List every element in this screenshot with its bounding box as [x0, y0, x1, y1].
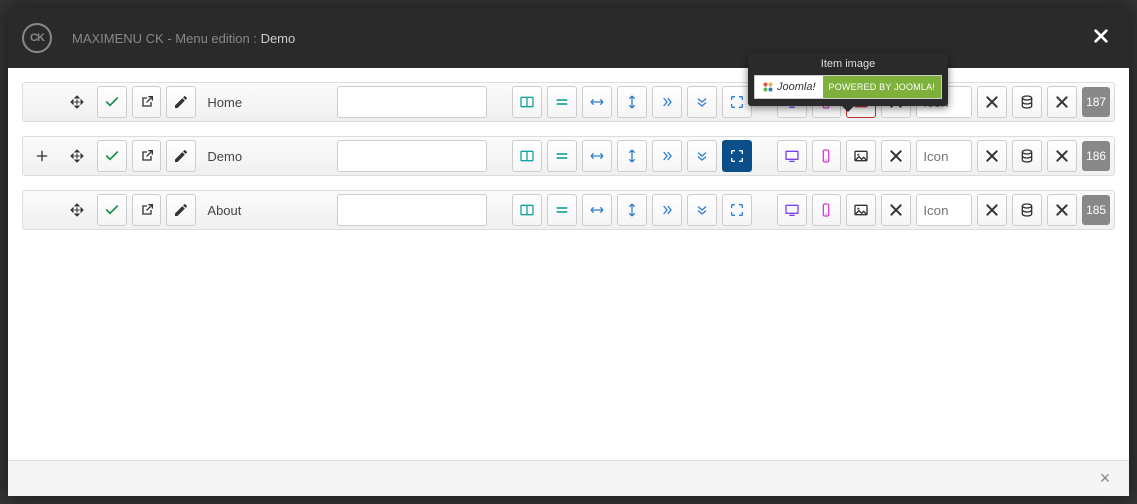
database-button[interactable]	[1012, 194, 1042, 226]
open-link-button[interactable]	[132, 194, 162, 226]
item-id-badge: 186	[1082, 141, 1110, 171]
menu-row: Demo	[22, 136, 1115, 176]
modal-window: CK MAXIMENU CK - Menu edition : Demo Ite…	[8, 8, 1129, 496]
move-handle-icon[interactable]	[62, 194, 92, 226]
remove-icon-button[interactable]	[977, 140, 1007, 172]
remove-image-button[interactable]	[881, 194, 911, 226]
remove-params-button[interactable]	[1047, 86, 1077, 118]
add-child-button[interactable]	[27, 140, 57, 172]
title-prefix: MAXIMENU CK - Menu edition :	[72, 31, 261, 46]
menu-row: About	[22, 190, 1115, 230]
columns-button[interactable]	[512, 86, 542, 118]
item-id-badge: 187	[1082, 87, 1110, 117]
database-button[interactable]	[1012, 86, 1042, 118]
top-button[interactable]	[687, 140, 717, 172]
item-class-input[interactable]	[337, 194, 487, 226]
footer-close-button[interactable]: ×	[1093, 467, 1117, 491]
mobile-button[interactable]	[812, 140, 842, 172]
height-button[interactable]	[617, 140, 647, 172]
joomla-text: Joomla!	[777, 81, 816, 93]
item-class-input[interactable]	[337, 140, 487, 172]
publish-button[interactable]	[97, 140, 127, 172]
item-id-badge: 185	[1082, 195, 1110, 225]
width-button[interactable]	[582, 86, 612, 118]
icon-input[interactable]	[916, 140, 972, 172]
close-button[interactable]	[1083, 18, 1119, 54]
remove-params-button[interactable]	[1047, 140, 1077, 172]
move-handle-icon[interactable]	[62, 86, 92, 118]
joomla-badge: Joomla! POWERED BY JOOMLA!	[754, 75, 942, 99]
height-button[interactable]	[617, 86, 647, 118]
menu-item-name: Demo	[201, 149, 332, 164]
item-image-button[interactable]	[846, 140, 876, 172]
fullwidth-button[interactable]	[722, 140, 752, 172]
edit-button[interactable]	[166, 140, 196, 172]
powered-by-joomla: POWERED BY JOOMLA!	[823, 76, 941, 98]
top-button[interactable]	[687, 86, 717, 118]
publish-button[interactable]	[97, 194, 127, 226]
left-button[interactable]	[652, 140, 682, 172]
modal-header: CK MAXIMENU CK - Menu edition : Demo Ite…	[8, 8, 1129, 68]
tooltip-label: Item image	[754, 58, 942, 70]
columns-button[interactable]	[512, 194, 542, 226]
row-button[interactable]	[547, 194, 577, 226]
columns-button[interactable]	[512, 140, 542, 172]
left-button[interactable]	[652, 86, 682, 118]
height-button[interactable]	[617, 194, 647, 226]
remove-icon-button[interactable]	[977, 194, 1007, 226]
width-button[interactable]	[582, 194, 612, 226]
icon-input[interactable]	[916, 194, 972, 226]
top-button[interactable]	[687, 194, 717, 226]
open-link-button[interactable]	[132, 86, 162, 118]
menu-row: Home	[22, 82, 1115, 122]
app-logo: CK	[22, 23, 52, 53]
row-button[interactable]	[547, 86, 577, 118]
modal-footer: ×	[8, 460, 1129, 496]
publish-button[interactable]	[97, 86, 127, 118]
row-button[interactable]	[547, 140, 577, 172]
item-image-button[interactable]	[846, 194, 876, 226]
edit-button[interactable]	[166, 86, 196, 118]
item-class-input[interactable]	[337, 86, 487, 118]
remove-icon-button[interactable]	[977, 86, 1007, 118]
title-accent: Demo	[261, 31, 296, 46]
move-handle-icon[interactable]	[62, 140, 92, 172]
open-link-button[interactable]	[132, 140, 162, 172]
joomla-left: Joomla!	[755, 76, 823, 98]
database-button[interactable]	[1012, 140, 1042, 172]
menu-item-name: Home	[201, 95, 332, 110]
width-button[interactable]	[582, 140, 612, 172]
modal-title: MAXIMENU CK - Menu edition : Demo	[72, 31, 295, 46]
item-image-tooltip: Item image Joomla! POWERED BY JOOMLA!	[748, 53, 948, 106]
fullwidth-button[interactable]	[722, 194, 752, 226]
remove-image-button[interactable]	[881, 140, 911, 172]
desktop-button[interactable]	[777, 140, 807, 172]
modal-body: Home	[8, 68, 1129, 460]
edit-button[interactable]	[166, 194, 196, 226]
left-button[interactable]	[652, 194, 682, 226]
menu-item-name: About	[201, 203, 332, 218]
mobile-button[interactable]	[812, 194, 842, 226]
remove-params-button[interactable]	[1047, 194, 1077, 226]
desktop-button[interactable]	[777, 194, 807, 226]
